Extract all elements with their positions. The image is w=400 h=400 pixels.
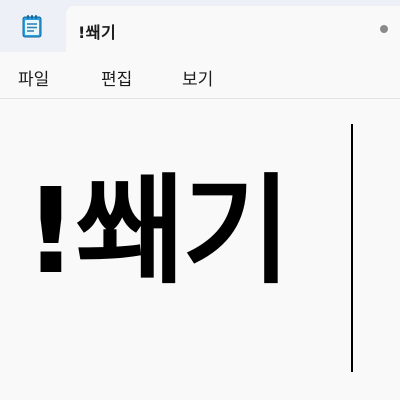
unsaved-dot-icon[interactable]	[380, 25, 388, 33]
text-caret	[351, 124, 353, 372]
menu-view[interactable]: 보기	[180, 65, 215, 90]
notepad-window: !쐐기 파일 편집 보기 !쐐기	[0, 0, 400, 400]
menu-bar: 파일 편집 보기	[0, 52, 400, 99]
menu-edit[interactable]: 편집	[99, 65, 134, 90]
text-editor[interactable]: !쐐기	[0, 99, 400, 400]
app-icon-container	[0, 0, 64, 52]
title-tab-bar: !쐐기	[0, 0, 400, 52]
editor-content[interactable]: !쐐기	[24, 151, 291, 311]
tab-title: !쐐기	[78, 23, 117, 42]
menu-file[interactable]: 파일	[16, 65, 51, 90]
document-tab[interactable]: !쐐기	[66, 6, 400, 52]
notepad-icon	[22, 15, 42, 38]
